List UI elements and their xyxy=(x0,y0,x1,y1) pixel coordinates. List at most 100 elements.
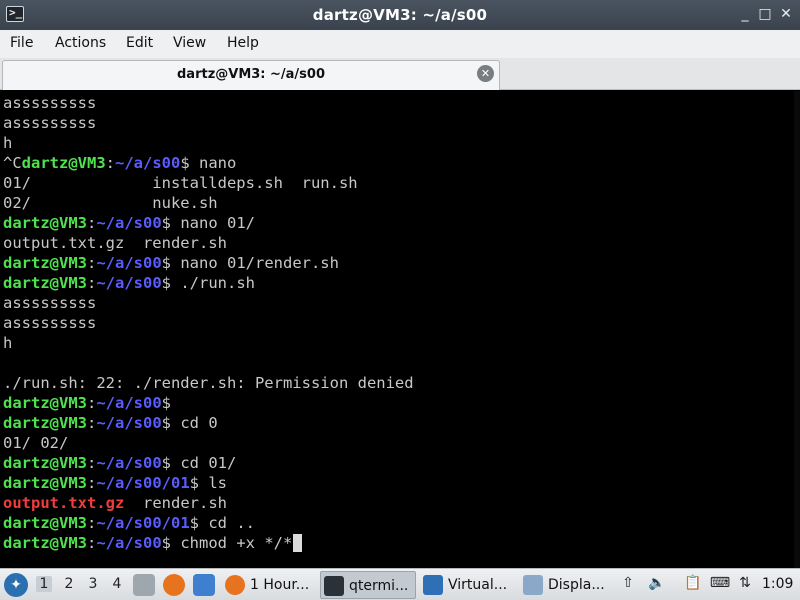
firefox-icon xyxy=(225,575,245,595)
terminal-text: ~/a/s00 xyxy=(115,154,181,172)
menu-view[interactable]: View xyxy=(173,35,206,51)
terminal-text: ./run.sh: 22: ./render.sh: Permission de… xyxy=(3,374,414,392)
tab-bar: dartz@VM3: ~/a/s00 ✕ xyxy=(0,58,800,90)
terminal-text: $ cd 01/ xyxy=(161,454,237,472)
lxqt-menu-icon[interactable]: ✦ xyxy=(4,573,28,597)
text-cursor xyxy=(293,534,303,552)
volume-icon[interactable]: 🔈 xyxy=(648,575,666,595)
terminal-text: : xyxy=(87,474,97,492)
terminal-line: asssssssss xyxy=(3,93,96,113)
terminal-line: dartz@VM3:~/a/s00$ chmod +x */* xyxy=(3,533,292,553)
terminal-text: asssssssss xyxy=(3,94,97,112)
task-virtualbox[interactable]: Virtual... xyxy=(420,571,516,599)
keyboard-icon[interactable]: ⌨ xyxy=(709,575,731,595)
terminal-text: ^C xyxy=(3,154,22,172)
tab-terminal[interactable]: dartz@VM3: ~/a/s00 ✕ xyxy=(2,60,500,90)
close-circle-icon[interactable]: ✕ xyxy=(477,65,494,82)
terminal-text: h xyxy=(3,334,13,352)
terminal-text: $ cd .. xyxy=(189,514,255,532)
terminal-line: h xyxy=(3,333,12,353)
terminal-line: ^Cdartz@VM3:~/a/s00$ nano xyxy=(3,153,236,173)
terminal-text: ~/a/s00/01 xyxy=(96,514,190,532)
network-icon[interactable]: ⇅ xyxy=(736,575,754,595)
terminal-text: ~/a/s00 xyxy=(96,274,162,292)
terminal-text: dartz@VM3 xyxy=(3,414,87,432)
task-qterminal[interactable]: qtermi... xyxy=(320,571,416,599)
terminal-text: dartz@VM3 xyxy=(21,154,106,172)
terminal-text: $ ./run.sh xyxy=(161,274,255,292)
menu-bar: File Actions Edit View Help xyxy=(0,30,800,58)
maximize-button[interactable]: □ xyxy=(756,5,774,23)
menu-file[interactable]: File xyxy=(10,35,33,51)
upload-icon[interactable]: ⇧ xyxy=(620,575,636,595)
terminal-icon xyxy=(324,576,344,596)
terminal-text: $ xyxy=(161,394,172,412)
menu-actions[interactable]: Actions xyxy=(55,35,106,51)
terminal-text: ~/a/s00/01 xyxy=(96,474,190,492)
terminal-line: output.txt.gz render.sh xyxy=(3,493,227,513)
terminal-text: $ nano 01/ xyxy=(161,214,255,232)
terminal-text: : xyxy=(87,214,97,232)
terminal-text: : xyxy=(87,534,97,552)
clipboard-icon[interactable]: 📋 xyxy=(683,575,703,595)
task-firefox[interactable]: 1 Hour... xyxy=(222,571,314,599)
terminal-line: dartz@VM3:~/a/s00$ cd 01/ xyxy=(3,453,236,473)
terminal-line: dartz@VM3:~/a/s00$ nano 01/render.sh xyxy=(3,253,339,273)
scrollbar[interactable] xyxy=(794,91,800,568)
terminal-text: asssssssss xyxy=(3,294,97,312)
terminal-text: render.sh xyxy=(124,494,227,512)
desktop-icon[interactable] xyxy=(193,574,215,596)
terminal-text: dartz@VM3 xyxy=(3,474,87,492)
terminal-line: 01/ 02/ xyxy=(3,433,68,453)
terminal-text: asssssssss xyxy=(3,114,97,132)
terminal-text: ~/a/s00 xyxy=(96,534,162,552)
file-manager-icon[interactable] xyxy=(133,574,155,596)
terminal-line: output.txt.gz render.sh xyxy=(3,233,227,253)
terminal-text: $ nano xyxy=(180,154,237,172)
terminal-line: asssssssss xyxy=(3,313,96,333)
workspace-3[interactable]: 3 xyxy=(85,576,101,592)
terminal-line: dartz@VM3:~/a/s00/01$ cd .. xyxy=(3,513,255,533)
terminal-text: output.txt.gz render.sh xyxy=(3,234,227,252)
menu-edit[interactable]: Edit xyxy=(126,35,153,51)
terminal-line: ./run.sh: 22: ./render.sh: Permission de… xyxy=(3,373,414,393)
task-label: qtermi... xyxy=(349,578,409,594)
workspace-4[interactable]: 4 xyxy=(109,576,125,592)
terminal-text: $ nano 01/render.sh xyxy=(161,254,339,272)
terminal-line: dartz@VM3:~/a/s00$ cd 0 xyxy=(3,413,218,433)
terminal-text: $ ls xyxy=(189,474,227,492)
terminal-line: 02/ nuke.sh xyxy=(3,193,218,213)
terminal-text: ~/a/s00 xyxy=(96,214,162,232)
terminal-area[interactable]: asssssssss asssssssss h ^Cdartz@VM3:~/a/s00… xyxy=(0,91,800,568)
close-button[interactable]: ✕ xyxy=(777,5,795,23)
terminal-text: ~/a/s00 xyxy=(96,394,162,412)
menu-help[interactable]: Help xyxy=(227,35,259,51)
tab-label: dartz@VM3: ~/a/s00 xyxy=(176,67,326,82)
terminal-line: h xyxy=(3,133,12,153)
workspace-2[interactable]: 2 xyxy=(61,576,77,592)
terminal-text: 01/ installdeps.sh run.sh xyxy=(3,174,358,192)
task-label: Virtual... xyxy=(448,577,508,593)
terminal-text: : xyxy=(87,454,97,472)
task-display[interactable]: Displa... xyxy=(520,571,616,599)
terminal-text: : xyxy=(87,394,97,412)
terminal-line: 01/ installdeps.sh run.sh xyxy=(3,173,358,193)
terminal-text: output.txt.gz xyxy=(3,494,125,512)
terminal-text: dartz@VM3 xyxy=(3,214,87,232)
clock[interactable]: 1:09 xyxy=(762,576,793,592)
workspace-1[interactable]: 1 xyxy=(36,576,52,592)
terminal-line: asssssssss xyxy=(3,293,96,313)
terminal-text: ~/a/s00 xyxy=(96,454,162,472)
terminal-text: : xyxy=(87,414,97,432)
terminal-text: $ chmod +x */* xyxy=(161,534,293,552)
terminal-text: 02/ nuke.sh xyxy=(3,194,218,212)
task-label: 1 Hour... xyxy=(250,577,310,593)
terminal-text: $ cd 0 xyxy=(161,414,218,432)
terminal-text: : xyxy=(87,274,97,292)
terminal-text: : xyxy=(87,514,97,532)
title-bar: >_ dartz@VM3: ~/a/s00 _ □ ✕ xyxy=(0,0,800,30)
firefox-icon[interactable] xyxy=(163,574,185,596)
terminal-line: asssssssss xyxy=(3,113,96,133)
minimize-button[interactable]: _ xyxy=(736,5,754,23)
terminal-text: ~/a/s00 xyxy=(96,254,162,272)
